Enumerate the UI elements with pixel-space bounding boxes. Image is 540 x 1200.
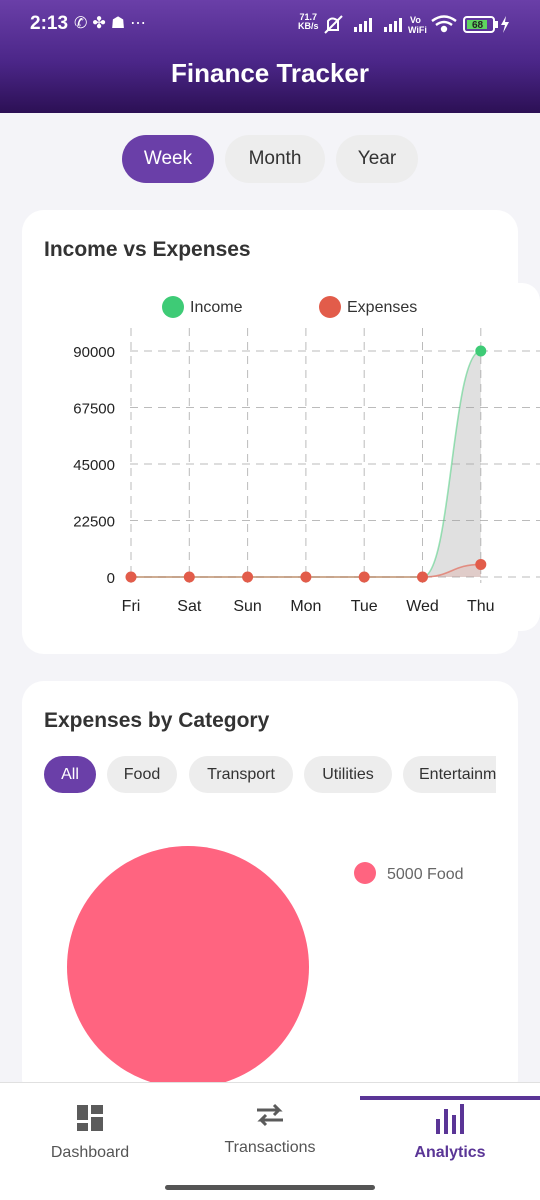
income-expenses-title: Income vs Expenses: [44, 238, 251, 261]
more-dots-icon: ⋯: [130, 15, 152, 32]
data-point-income: [475, 345, 487, 357]
battery-icon: 68: [463, 16, 509, 33]
pinwheel-icon: ✤: [92, 15, 111, 32]
data-point-expenses: [417, 571, 428, 583]
mute-icon: [324, 15, 343, 34]
x-tick-label: Mon: [290, 598, 321, 615]
svg-text:68: 68: [472, 20, 484, 31]
signal-icon: [354, 18, 372, 32]
tab-week[interactable]: Week: [122, 135, 214, 183]
y-tick-label: 67500: [73, 401, 115, 418]
period-tabs: Week Month Year: [0, 135, 540, 183]
transactions-icon: [257, 1103, 283, 1127]
expenses-category-title: Expenses by Category: [44, 709, 270, 732]
y-tick-label: 22500: [73, 514, 115, 531]
data-point-expenses: [242, 571, 254, 583]
x-tick-label: Sat: [177, 598, 202, 615]
x-tick-label: Thu: [467, 598, 495, 615]
income-expenses-plot: 90000 67500 45000 22500 0 Fri Sat Sun Mon Tue Wed T…: [73, 328, 540, 615]
bottom-nav: Dashboard Transactions Analytics: [0, 1082, 540, 1200]
tab-year[interactable]: Year: [336, 135, 418, 183]
data-point-expenses: [125, 571, 137, 583]
svg-text:Vo: Vo: [410, 15, 421, 25]
nav-dashboard-label: Dashboard: [50, 1144, 130, 1161]
chip-entertainment[interactable]: Entertainment: [403, 756, 496, 793]
snapchat-icon: ☗: [110, 15, 131, 32]
nav-analytics-label: Analytics: [414, 1144, 486, 1161]
nav-dashboard[interactable]: Dashboard: [0, 1083, 180, 1183]
y-tick-label: 45000: [73, 457, 115, 474]
home-indicator: [165, 1185, 375, 1190]
y-tick-label: 90000: [73, 344, 115, 361]
svg-text:WiFi: WiFi: [408, 25, 427, 35]
wifi-icon: [431, 15, 457, 33]
x-tick-label: Tue: [351, 598, 378, 615]
pie-legend-dot: [354, 862, 376, 884]
x-tick-label: Fri: [122, 598, 141, 615]
chip-transport[interactable]: Transport: [189, 756, 293, 793]
signal-icon-2: [384, 18, 402, 32]
data-point-expenses: [358, 571, 370, 583]
y-tick-label: 0: [107, 570, 115, 587]
status-right-icons: Vo WiFi 68: [324, 15, 509, 35]
tab-month[interactable]: Month: [225, 135, 325, 183]
chip-all[interactable]: All: [44, 756, 96, 793]
pie-legend-label: 5000 Food: [387, 866, 464, 883]
category-pie-chart: 5000 Food: [67, 846, 464, 1082]
x-tick-label: Wed: [406, 598, 439, 615]
nav-transactions[interactable]: Transactions: [180, 1083, 360, 1183]
x-tick-label: Sun: [233, 598, 261, 615]
data-point-expenses: [300, 571, 312, 583]
page-title: Finance Tracker: [171, 58, 369, 88]
app-header: 2:13 ✆✤☗⋯ 71.7 KB/s Vo WiFi 68 Finance T…: [0, 0, 540, 113]
pie-slice-food: [67, 846, 309, 1082]
data-point-expenses: [475, 558, 487, 570]
status-time: 2:13: [30, 13, 69, 34]
nav-transactions-label: Transactions: [224, 1139, 316, 1156]
income-expenses-chart: Income Expenses 90000 67500 45000 22500 0 Fri…: [22, 283, 540, 631]
dashboard-icon: [77, 1105, 103, 1131]
data-point-expenses: [183, 571, 195, 583]
network-speed: 71.7 KB/s: [298, 12, 319, 31]
chip-utilities[interactable]: Utilities: [304, 756, 392, 793]
analytics-icon: [436, 1104, 464, 1134]
status-bar: 2:13 ✆✤☗⋯ 71.7 KB/s Vo WiFi 68: [0, 0, 540, 50]
notification-icons: ✆✤☗⋯: [74, 13, 151, 33]
nav-analytics[interactable]: Analytics: [360, 1083, 540, 1183]
whatsapp-icon: ✆: [74, 15, 93, 32]
chip-food[interactable]: Food: [107, 756, 177, 793]
